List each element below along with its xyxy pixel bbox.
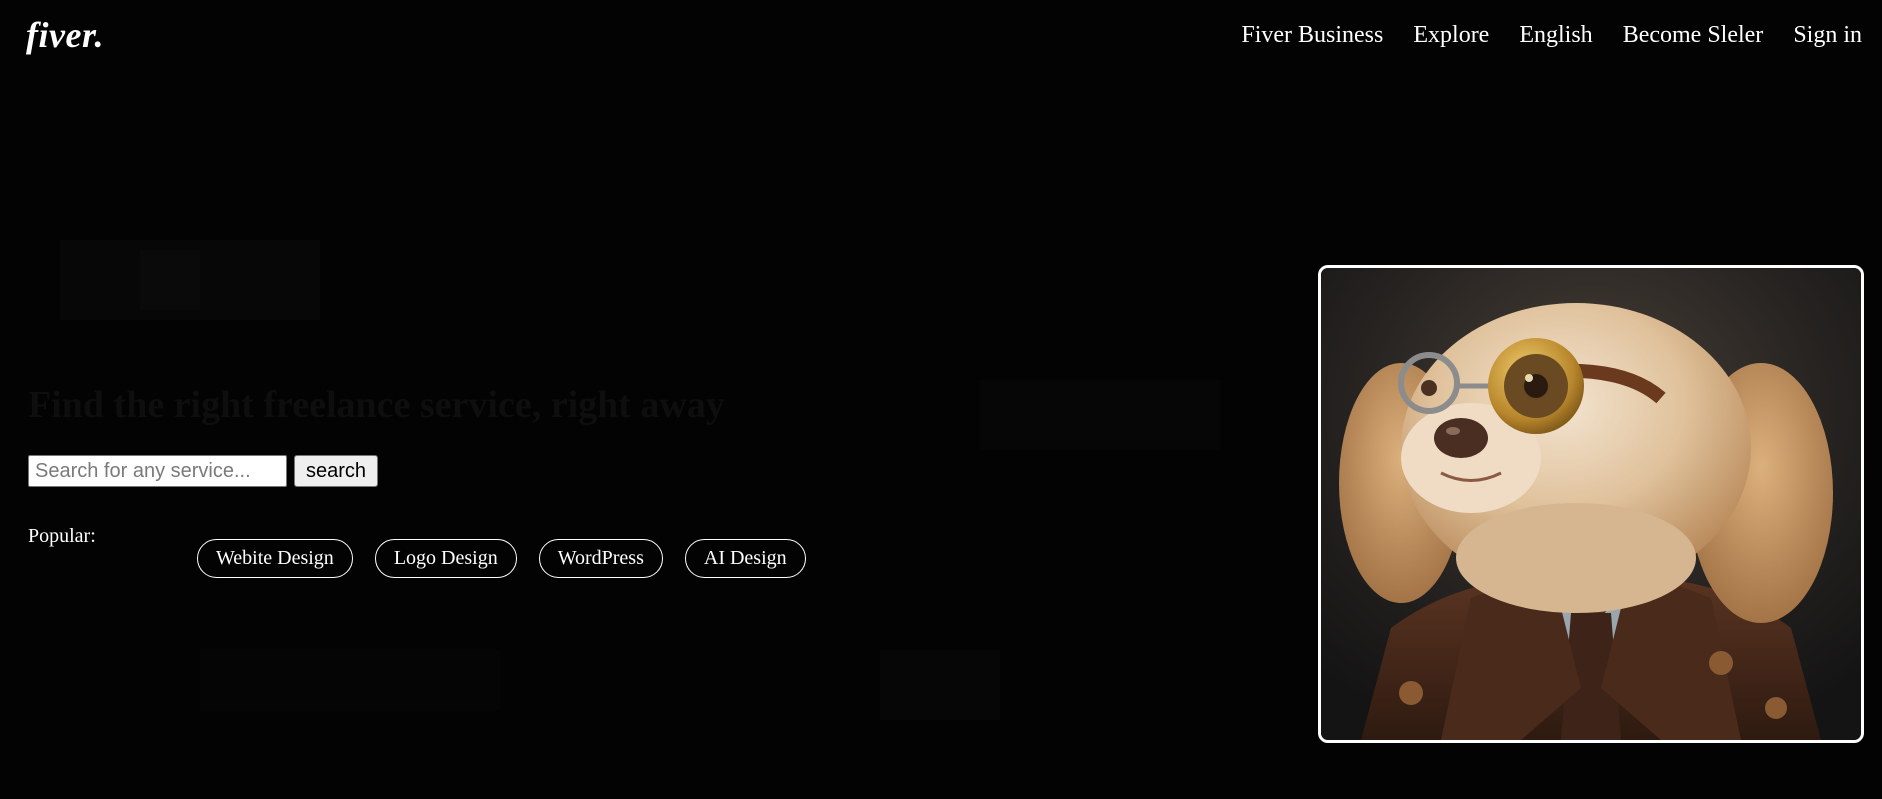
tag-wordpress[interactable]: WordPress (538, 539, 663, 578)
search-input[interactable] (28, 455, 287, 487)
popular-label: Popular: (28, 525, 96, 547)
nav-language[interactable]: English (1519, 22, 1592, 49)
search-bar: search (28, 455, 379, 487)
popular-tags: Webite Design Logo Design WordPress AI D… (197, 539, 806, 578)
tag-website-design[interactable]: Webite Design (197, 539, 353, 578)
tag-ai-design[interactable]: AI Design (684, 539, 806, 578)
site-logo[interactable]: fiver. (26, 14, 104, 56)
nav-fiver-business[interactable]: Fiver Business (1241, 22, 1383, 49)
hero-image (1318, 265, 1864, 743)
top-nav: Fiver Business Explore English Become Sl… (1241, 22, 1862, 49)
search-button[interactable]: search (294, 455, 379, 487)
tag-logo-design[interactable]: Logo Design (374, 539, 517, 578)
dog-portrait-image (1321, 268, 1861, 740)
hero-title: Find the right freelance service, right … (28, 384, 725, 426)
nav-explore[interactable]: Explore (1413, 22, 1489, 49)
nav-sign-in[interactable]: Sign in (1793, 22, 1862, 49)
nav-become-seller[interactable]: Become Sleler (1623, 22, 1764, 49)
